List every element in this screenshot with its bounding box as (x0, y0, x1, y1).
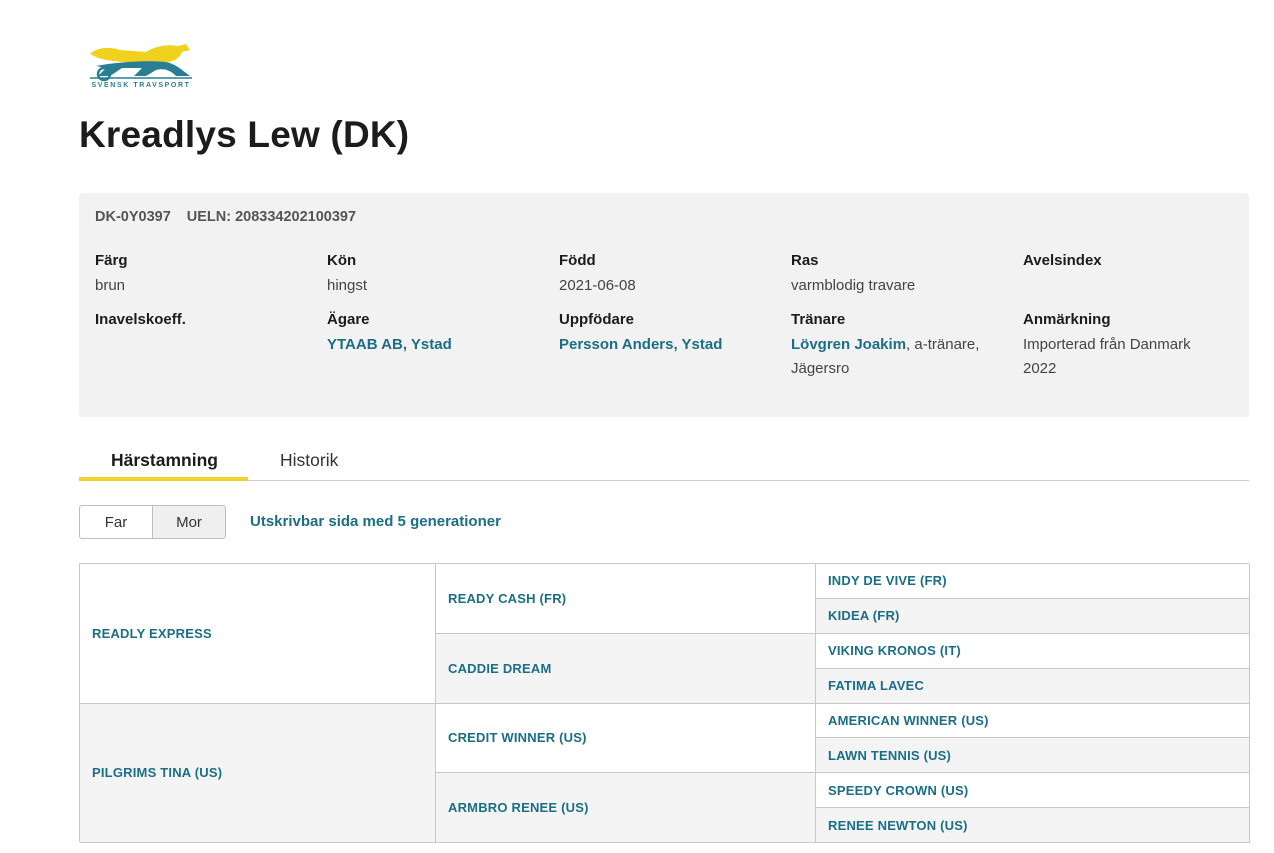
active-tab-indicator (79, 477, 248, 481)
field-breed: Ras varmblodig travare (791, 253, 1011, 298)
tab-history[interactable]: Historik (280, 450, 338, 471)
pedigree-gen2-1[interactable]: READY CASH (FR) (436, 564, 816, 634)
field-trainer: Tränare Lövgren Joakim, a-tränare, Jäger… (791, 312, 991, 381)
field-breeder: Uppfödare Persson Anders, Ystad (559, 312, 779, 357)
pedigree-gen3-5[interactable]: AMERICAN WINNER (US) (816, 703, 1250, 739)
field-breed-label: Ras (791, 252, 819, 269)
pedigree-gen3-4[interactable]: FATIMA LAVEC (816, 668, 1250, 704)
pedigree-gen3-3[interactable]: VIKING KRONOS (IT) (816, 633, 1250, 669)
field-breeder-label: Uppfödare (559, 311, 634, 328)
printable-page-link[interactable]: Utskrivbar sida med 5 generationer (250, 513, 501, 530)
field-trainer-label: Tränare (791, 311, 846, 328)
field-breeding-index: Avelsindex (1023, 253, 1243, 274)
trainer-link[interactable]: Lövgren Joakim (791, 336, 906, 353)
field-remark-value: Importerad från Danmark 2022 (1023, 336, 1191, 377)
ueln-number: UELN: 208334202100397 (186, 209, 357, 225)
tab-bar: Härstamning Historik (79, 444, 1249, 481)
field-sex: Kön hingst (327, 253, 547, 298)
page-title: Kreadlys Lew (DK) (79, 114, 410, 155)
field-color: Färg brun (95, 253, 315, 298)
logo-wordmark: SVENSK TRAVSPORT (91, 82, 191, 89)
field-sex-label: Kön (327, 252, 357, 269)
field-inbreeding-label: Inavelskoeff. (95, 311, 186, 328)
field-born-value: 2021-06-08 (559, 277, 636, 294)
field-inbreeding-coefficient: Inavelskoeff. (95, 312, 315, 333)
pedigree-gen3-1[interactable]: INDY DE VIVE (FR) (816, 564, 1250, 599)
breeder-link[interactable]: Persson Anders, Ystad (559, 336, 722, 353)
toggle-far-button[interactable]: Far (80, 506, 152, 538)
horse-identifiers: DK-0Y0397 UELN: 208334202100397 (95, 209, 356, 225)
field-sex-value: hingst (327, 277, 368, 294)
horse-info-panel: DK-0Y0397 UELN: 208334202100397 Färg brun… (79, 193, 1249, 417)
field-owner: Ägare YTAAB AB, Ystad (327, 312, 547, 357)
field-breeding-index-label: Avelsindex (1023, 252, 1102, 269)
field-color-value: brun (95, 277, 126, 294)
pedigree-sire[interactable]: READLY EXPRESS (80, 564, 436, 704)
pedigree-gen2-2[interactable]: CADDIE DREAM (436, 633, 816, 704)
field-breed-value: varmblodig travare (791, 277, 916, 294)
field-owner-label: Ägare (327, 311, 370, 328)
pedigree-dam[interactable]: PILGRIMS TINA (US) (80, 703, 436, 843)
tab-pedigree[interactable]: Härstamning (111, 450, 218, 471)
pedigree-gen3-8[interactable]: RENEE NEWTON (US) (816, 808, 1250, 843)
field-remark-label: Anmärkning (1023, 311, 1111, 328)
toggle-mor-button[interactable]: Mor (152, 506, 225, 538)
field-color-label: Färg (95, 252, 128, 269)
pedigree-gen3-2[interactable]: KIDEA (FR) (816, 598, 1250, 634)
owner-link[interactable]: YTAAB AB, Ystad (327, 336, 452, 353)
field-born: Född 2021-06-08 (559, 253, 779, 298)
field-remark: Anmärkning Importerad från Danmark 2022 (1023, 312, 1223, 381)
pedigree-gen2-4[interactable]: ARMBRO RENEE (US) (436, 773, 816, 843)
pedigree-gen3-6[interactable]: LAWN TENNIS (US) (816, 738, 1250, 774)
trotting-horse-icon (90, 44, 192, 82)
pedigree-gen3-7[interactable]: SPEEDY CROWN (US) (816, 773, 1250, 809)
pedigree-table: READLY EXPRESS PILGRIMS TINA (US) READY … (79, 563, 1250, 843)
svensk-travsport-logo[interactable]: SVENSK TRAVSPORT (86, 40, 196, 94)
pedigree-gen2-3[interactable]: CREDIT WINNER (US) (436, 703, 816, 774)
registration-number: DK-0Y0397 (95, 209, 171, 225)
field-born-label: Född (559, 252, 596, 269)
sire-dam-toggle: Far Mor (79, 505, 226, 539)
